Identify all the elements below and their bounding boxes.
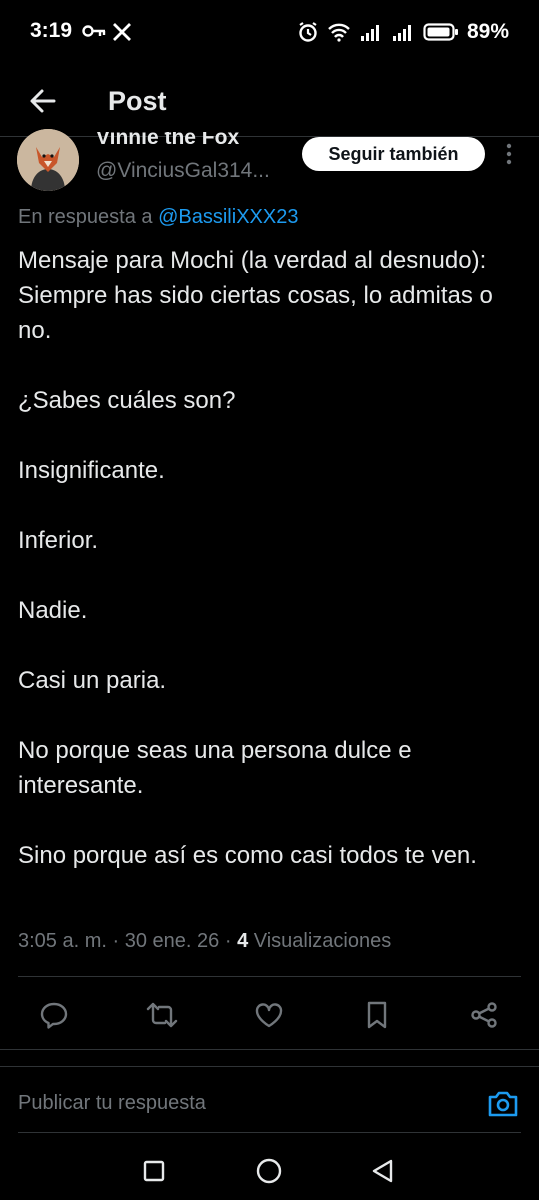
tweet-paragraph: Casi un paria. [18, 667, 167, 694]
views-count[interactable]: 4 [237, 930, 248, 952]
bookmark-icon[interactable] [360, 998, 394, 1032]
x-logo-icon [112, 22, 132, 42]
battery-icon [423, 23, 458, 41]
tweet-paragraph: Inferior. [18, 527, 99, 554]
key-icon [82, 24, 106, 38]
tweet-paragraph: Insignificante. [18, 457, 165, 484]
wifi-icon [328, 23, 350, 42]
tweet-meta: 3:05 a. m. · 30 ene. 26 · 4 Visualizacio… [18, 930, 391, 953]
page-title: Post [108, 86, 167, 116]
back-arrow-icon[interactable] [28, 86, 58, 116]
actions-divider [0, 1049, 539, 1050]
avatar[interactable] [17, 129, 79, 191]
status-time: 3:19 [30, 19, 73, 42]
share-icon[interactable] [467, 998, 501, 1032]
tweet-text: Mensaje para Mochi (la verdad al desnudo… [18, 243, 523, 908]
like-icon[interactable] [252, 998, 286, 1032]
tweet-paragraph: Nadie. [18, 597, 88, 624]
status-icons: 89% [297, 20, 509, 44]
tweet-paragraph: Sino porque así es como casi todos te ve… [18, 842, 477, 869]
more-options-icon[interactable] [505, 143, 513, 165]
tweet-time: 3:05 a. m. [18, 930, 107, 952]
tweet-paragraph: ¿Sabes cuáles son? [18, 387, 236, 414]
tweet-paragraph: No porque seas una persona dulce e inter… [18, 737, 412, 799]
composer-divider [0, 1066, 539, 1067]
signal-icon-2 [392, 25, 411, 41]
reply-mention-link[interactable]: @BassiliXXX23 [158, 206, 298, 228]
reply-input[interactable]: Publicar tu respuesta [18, 1092, 206, 1115]
reply-prefix: En respuesta a [18, 206, 153, 228]
meta-separator: · [112, 930, 120, 952]
signal-icon [360, 25, 379, 41]
back-nav-icon[interactable] [367, 1155, 399, 1187]
follow-button[interactable]: Seguir también [302, 137, 485, 171]
home-icon[interactable] [253, 1155, 285, 1187]
alarm-icon [299, 22, 317, 42]
reply-icon[interactable] [37, 998, 71, 1032]
reply-context: En respuesta a @BassiliXXX23 [18, 206, 298, 229]
camera-icon[interactable] [486, 1088, 520, 1120]
meta-divider [18, 976, 521, 977]
views-label[interactable]: Visualizaciones [254, 930, 392, 952]
retweet-icon[interactable] [145, 998, 179, 1032]
tweet-paragraph: Mensaje para Mochi (la verdad al desnudo… [18, 247, 493, 344]
recent-apps-icon[interactable] [138, 1155, 170, 1187]
battery-percent: 89% [466, 20, 509, 43]
author-handle[interactable]: @VinciusGal314... [96, 159, 270, 183]
tweet-date: 30 ene. 26 [124, 930, 220, 952]
author-name[interactable]: Vinnie the Fox [96, 132, 239, 152]
composer-underline [18, 1132, 521, 1133]
meta-separator: · [224, 930, 232, 952]
